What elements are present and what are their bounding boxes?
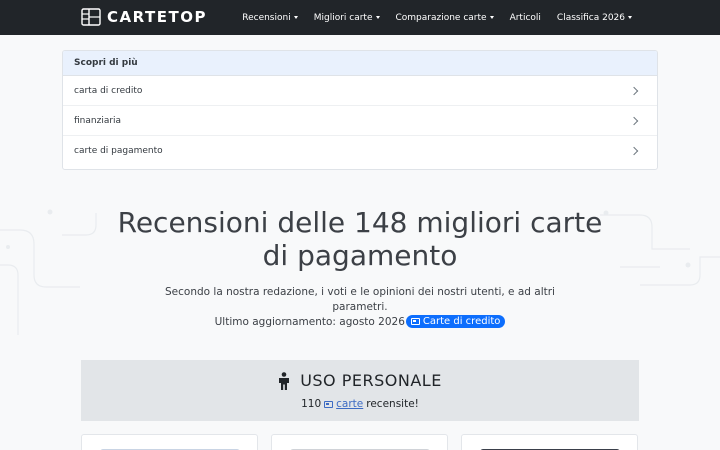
nav-item-comparazione-carte[interactable]: Comparazione carte [396,13,494,23]
top-navbar: CARTETOP Recensioni Migliori carte Compa… [0,0,720,35]
learn-more-item-label: carte di pagamento [74,146,163,156]
product-card[interactable] [271,434,448,450]
page-title: Recensioni delle 148 migliori carte di p… [117,206,603,272]
learn-more-item-label: carta di credito [74,85,143,96]
learn-more-item[interactable]: carta di credito [63,76,657,106]
nav-item-label: Migliori carte [313,12,373,23]
learn-more-item-label: finanziaria [74,115,122,126]
chevron-right-icon [629,146,639,156]
cards-link[interactable]: carte [336,398,363,410]
learn-more-item[interactable]: carte di pagamento [63,136,657,166]
nav-item-recensioni[interactable]: Recensioni [242,12,298,23]
nav-item-label: Articoli [509,12,541,23]
person-icon [279,371,290,390]
learn-more-item[interactable]: finanziaria [63,106,657,136]
hero-subtitle: Secondo la nostra redazione, i voti e le… [165,286,555,313]
nav-menu: Recensioni Migliori carte Comparazione c… [242,0,632,35]
brand-name: CARTETOP [107,8,207,26]
reviewed-count: 110 carte recensite! [81,398,639,410]
personal-use-section: USO PERSONALE 110 carte recensite! [81,360,639,421]
reviewed-count-suffix: recensite! [366,398,419,410]
product-card[interactable] [81,434,258,450]
credit-card-icon [410,318,420,325]
caret-down-icon [489,16,494,19]
nav-item-articoli[interactable]: Articoli [510,13,541,23]
brand-link[interactable]: CARTETOP [81,8,207,26]
caret-down-icon [628,16,632,19]
brand-logo-icon [81,8,101,26]
section-heading: USO PERSONALE [81,371,639,390]
section-title: USO PERSONALE [300,371,442,390]
chevron-right-icon [629,86,639,95]
learn-more-header: Scopri di più [63,51,657,76]
last-updated-text: Ultimo aggiornamento: agosto 2026 [214,315,405,328]
nav-item-label: Recensioni [242,12,291,23]
nav-item-label: Comparazione carte [395,12,487,23]
chevron-right-icon [629,116,639,125]
last-updated-line: Ultimo aggiornamento: agosto 2026 Carte … [0,315,720,328]
category-badge[interactable]: Carte di credito [405,315,506,328]
caret-down-icon [375,16,380,19]
reviewed-count-number: 110 [301,398,322,410]
category-badge-label: Carte di credito [422,316,501,327]
credit-card-icon [324,400,334,408]
nav-item-label: Classifica 2026 [556,12,625,23]
nav-item-classifica[interactable]: Classifica 2026 [557,13,632,23]
caret-down-icon [293,16,298,19]
learn-more-card: Scopri di più carta di credito finanziar… [62,50,658,170]
nav-item-migliori-carte[interactable]: Migliori carte [314,13,380,23]
product-card[interactable] [461,434,638,450]
